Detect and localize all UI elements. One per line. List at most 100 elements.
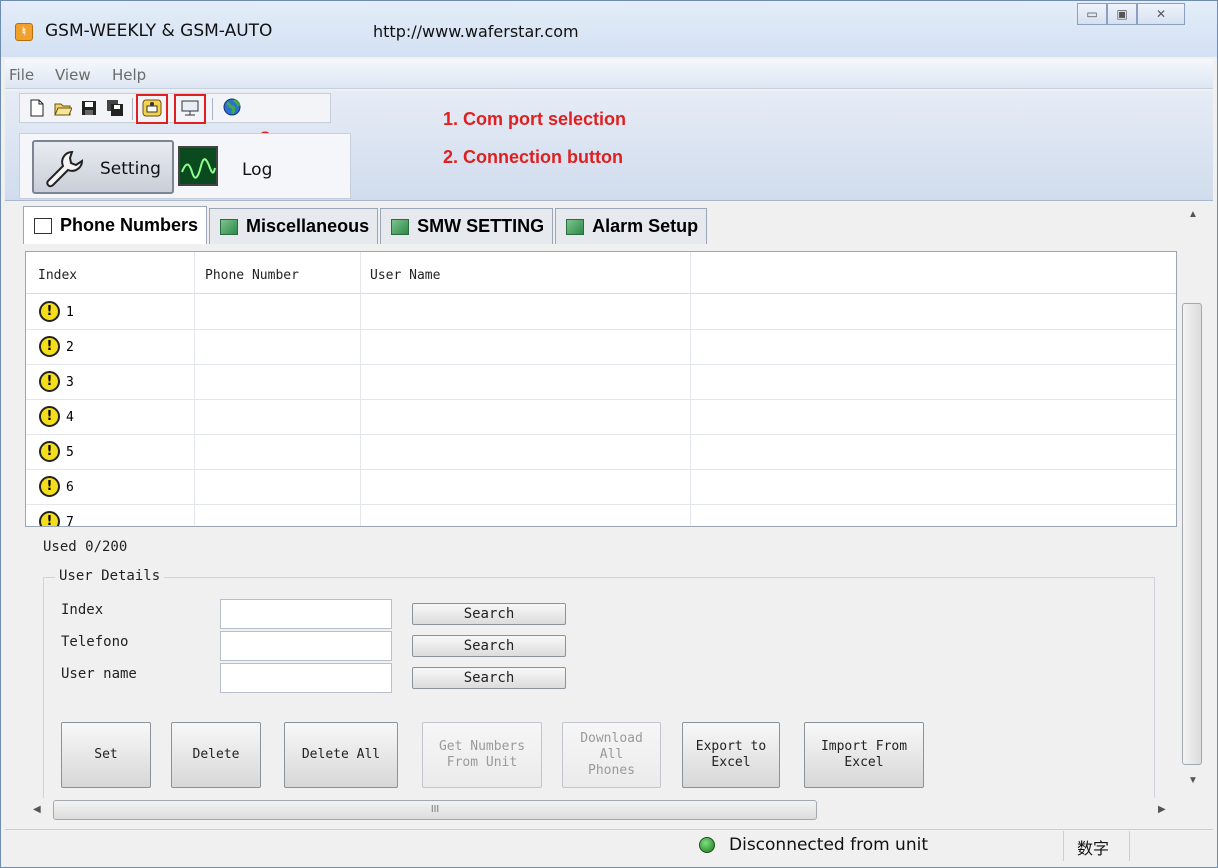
open-folder-icon[interactable] bbox=[54, 99, 72, 117]
menu-view[interactable]: View bbox=[55, 66, 91, 84]
input-mode: 数字 bbox=[1077, 839, 1110, 858]
warning-icon: ! bbox=[39, 371, 60, 392]
tab-miscellaneous[interactable]: Miscellaneous bbox=[209, 208, 379, 244]
tab-label: Phone Numbers bbox=[60, 215, 199, 235]
tab-alarm-setup[interactable]: Alarm Setup bbox=[555, 208, 708, 244]
download-all-phones-button[interactable]: Download All Phones bbox=[562, 722, 661, 788]
column-header-phone[interactable]: Phone Number bbox=[205, 268, 299, 283]
annotation-connection: 2. Connection button bbox=[443, 147, 623, 167]
save-icon[interactable] bbox=[80, 99, 98, 117]
table-row[interactable]: ! 3 bbox=[26, 365, 1176, 400]
maximize-icon[interactable]: ▣ bbox=[1107, 3, 1137, 25]
telefono-input[interactable] bbox=[220, 631, 392, 661]
warning-icon: ! bbox=[39, 511, 60, 526]
menu-file[interactable]: File bbox=[9, 66, 34, 84]
scroll-right-icon[interactable]: ▶ bbox=[1158, 804, 1166, 815]
row-index: 7 bbox=[66, 515, 74, 527]
setting-button[interactable]: Setting bbox=[32, 140, 174, 194]
table-row[interactable]: ! 5 bbox=[26, 435, 1176, 470]
row-index: 1 bbox=[66, 305, 74, 320]
warning-icon: ! bbox=[39, 441, 60, 462]
mode-panel: Setting Log bbox=[19, 133, 351, 199]
new-file-icon[interactable] bbox=[28, 99, 46, 117]
warning-icon: ! bbox=[39, 476, 60, 497]
window-url: http://www.waferstar.com bbox=[373, 22, 579, 41]
column-header-user[interactable]: User Name bbox=[370, 268, 440, 283]
warning-icon: ! bbox=[39, 406, 60, 427]
set-button[interactable]: Set bbox=[61, 722, 151, 788]
username-input[interactable] bbox=[220, 663, 392, 693]
import-excel-button[interactable]: Import From Excel bbox=[804, 722, 924, 788]
chart-icon bbox=[220, 218, 239, 235]
phone-icon bbox=[34, 217, 52, 234]
toolbar-separator bbox=[212, 98, 213, 120]
chart-icon bbox=[566, 218, 585, 235]
table-header: Index Phone Number User Name bbox=[26, 254, 1176, 294]
used-count: Used 0/200 bbox=[43, 539, 128, 555]
connection-status: Disconnected from unit bbox=[729, 835, 928, 855]
scroll-up-icon[interactable]: ▲ bbox=[1188, 209, 1198, 220]
table-row[interactable]: ! 7 bbox=[26, 505, 1176, 527]
status-bar bbox=[5, 829, 1213, 863]
delete-button[interactable]: Delete bbox=[171, 722, 261, 788]
user-details-legend: User Details bbox=[55, 568, 165, 584]
log-button[interactable] bbox=[178, 146, 218, 186]
com-port-highlight bbox=[136, 94, 168, 124]
menu-bar: File View Help bbox=[5, 59, 1213, 89]
search-username-button[interactable]: Search bbox=[412, 667, 566, 689]
close-icon[interactable]: ✕ bbox=[1137, 3, 1185, 25]
connection-status-icon bbox=[699, 837, 715, 853]
tab-label: Miscellaneous bbox=[246, 216, 370, 236]
tab-label: Alarm Setup bbox=[592, 216, 699, 236]
username-label: User name bbox=[61, 666, 137, 682]
title-bar: ♮ GSM-WEEKLY & GSM-AUTO http://www.wafer… bbox=[1, 1, 1217, 57]
save-all-icon[interactable] bbox=[106, 99, 124, 117]
setting-label: Setting bbox=[100, 159, 161, 179]
status-divider bbox=[1063, 831, 1064, 861]
tab-phone-numbers[interactable]: Phone Numbers bbox=[23, 206, 208, 244]
column-header-index[interactable]: Index bbox=[38, 268, 77, 283]
tab-smw-setting[interactable]: SMW SETTING bbox=[380, 208, 554, 244]
window-title: GSM-WEEKLY & GSM-AUTO bbox=[45, 21, 273, 41]
table-row[interactable]: ! 4 bbox=[26, 400, 1176, 435]
row-index: 4 bbox=[66, 410, 74, 425]
annotation-com-port: 1. Com port selection bbox=[443, 109, 627, 129]
app-icon: ♮ bbox=[15, 23, 33, 41]
vertical-scroll-thumb[interactable] bbox=[1182, 303, 1202, 765]
toolbar-separator bbox=[132, 98, 133, 120]
warning-icon: ! bbox=[39, 301, 60, 322]
scroll-down-icon[interactable]: ▼ bbox=[1188, 775, 1198, 786]
table-row[interactable]: ! 2 bbox=[26, 330, 1176, 365]
warning-icon: ! bbox=[39, 336, 60, 357]
minimize-icon[interactable]: ▭ bbox=[1077, 3, 1107, 25]
tab-label: SMW SETTING bbox=[417, 216, 545, 236]
waveform-icon bbox=[181, 158, 216, 179]
horizontal-scroll-thumb[interactable]: III bbox=[53, 800, 817, 820]
window-controls: ▭ ▣ ✕ bbox=[1077, 3, 1185, 25]
globe-icon[interactable] bbox=[222, 97, 242, 117]
get-numbers-button[interactable]: Get Numbers From Unit bbox=[422, 722, 542, 788]
index-label: Index bbox=[61, 602, 104, 618]
table-row[interactable]: ! 6 bbox=[26, 470, 1176, 505]
telefono-label: Telefono bbox=[61, 634, 129, 650]
chart-icon bbox=[391, 218, 410, 235]
export-excel-button[interactable]: Export to Excel bbox=[682, 722, 780, 788]
app-window: ♮ GSM-WEEKLY & GSM-AUTO http://www.wafer… bbox=[0, 0, 1218, 868]
row-index: 6 bbox=[66, 480, 74, 495]
scroll-left-icon[interactable]: ◀ bbox=[33, 804, 41, 815]
row-index: 2 bbox=[66, 340, 74, 355]
row-index: 3 bbox=[66, 375, 74, 390]
table-row[interactable]: ! 1 bbox=[26, 295, 1176, 330]
index-input[interactable] bbox=[220, 599, 392, 629]
menu-help[interactable]: Help bbox=[112, 66, 146, 84]
toolbar-area: 1 2 1. Com port selection 2. Connection … bbox=[5, 91, 1213, 201]
search-telefono-button[interactable]: Search bbox=[412, 635, 566, 657]
search-index-button[interactable]: Search bbox=[412, 603, 566, 625]
phone-table[interactable]: Index Phone Number User Name ! 1 ! 2 ! 3… bbox=[25, 251, 1177, 527]
delete-all-button[interactable]: Delete All bbox=[284, 722, 398, 788]
wrench-icon bbox=[46, 150, 84, 188]
connection-highlight bbox=[174, 94, 206, 124]
log-label: Log bbox=[242, 160, 273, 180]
tab-strip: Phone Numbers Miscellaneous SMW SETTING … bbox=[23, 206, 709, 244]
status-divider bbox=[1129, 831, 1130, 861]
